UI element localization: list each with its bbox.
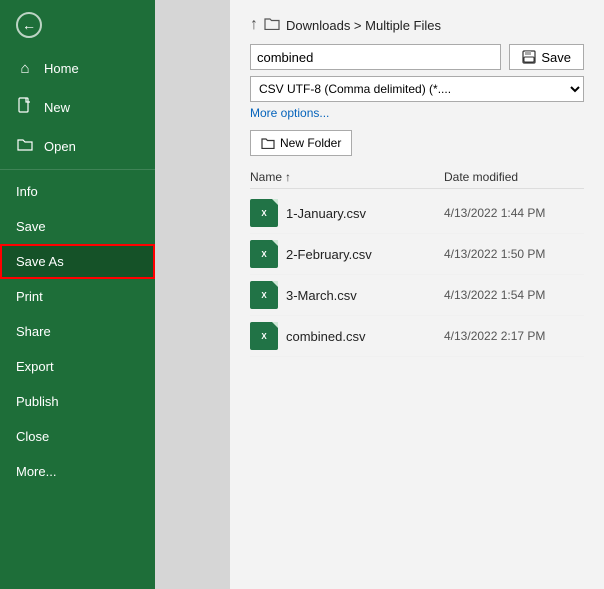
main-content: ↑ Downloads > Multiple Files (155, 0, 604, 589)
content-area: ↑ Downloads > Multiple Files (155, 0, 604, 589)
sidebar-item-publish[interactable]: Publish (0, 384, 155, 419)
file-panel: ↑ Downloads > Multiple Files (230, 0, 604, 589)
file-list-header: Name ↑ Date modified (250, 166, 584, 189)
table-row[interactable]: X 1-January.csv 4/13/2022 1:44 PM (250, 193, 584, 234)
file-name: 3-March.csv (286, 288, 444, 303)
new-folder-row: New Folder (250, 130, 584, 156)
column-date-label: Date modified (444, 170, 518, 184)
sidebar-item-info[interactable]: Info (0, 174, 155, 209)
sidebar-item-print[interactable]: Print (0, 279, 155, 314)
sidebar-saveas-label: Save As (16, 254, 64, 269)
sidebar-item-more[interactable]: More... (0, 454, 155, 489)
file-date: 4/13/2022 1:44 PM (444, 206, 584, 220)
new-folder-button[interactable]: New Folder (250, 130, 352, 156)
sidebar-export-label: Export (16, 359, 54, 374)
sidebar-open-label: Open (44, 139, 76, 154)
sidebar-divider (0, 169, 155, 170)
sidebar-home-label: Home (44, 61, 79, 76)
sidebar-item-close[interactable]: Close (0, 419, 155, 454)
file-date: 4/13/2022 1:50 PM (444, 247, 584, 261)
save-button-label: Save (541, 50, 571, 65)
filetype-row: CSV UTF-8 (Comma delimited) (*.... Excel… (250, 76, 584, 102)
sidebar-item-save[interactable]: Save (0, 209, 155, 244)
filename-row: Save (250, 44, 584, 70)
file-list: X 1-January.csv 4/13/2022 1:44 PM X 2-Fe… (250, 193, 584, 357)
sidebar-item-home[interactable]: ⌂ Home (0, 50, 155, 87)
filename-input[interactable] (250, 44, 501, 70)
sidebar: ← ⌂ Home New Open Info Save (0, 0, 155, 589)
filetype-select[interactable]: CSV UTF-8 (Comma delimited) (*.... Excel… (250, 76, 584, 102)
file-date: 4/13/2022 2:17 PM (444, 329, 584, 343)
back-arrow-icon: ← (22, 17, 36, 33)
table-row[interactable]: X combined.csv 4/13/2022 2:17 PM (250, 316, 584, 357)
file-excel-icon: X (250, 240, 278, 268)
file-excel-icon: X (250, 322, 278, 350)
file-excel-icon: X (250, 199, 278, 227)
new-folder-label: New Folder (280, 136, 341, 150)
sidebar-item-open[interactable]: Open (0, 127, 155, 165)
breadcrumb: ↑ Downloads > Multiple Files (250, 16, 584, 34)
table-row[interactable]: X 2-February.csv 4/13/2022 1:50 PM (250, 234, 584, 275)
sidebar-info-label: Info (16, 184, 38, 199)
save-icon (522, 50, 536, 64)
gray-panel (155, 0, 230, 589)
file-name: 1-January.csv (286, 206, 444, 221)
sidebar-close-label: Close (16, 429, 49, 444)
up-arrow-icon[interactable]: ↑ (250, 16, 258, 34)
file-name: combined.csv (286, 329, 444, 344)
home-icon: ⌂ (16, 60, 34, 77)
sidebar-print-label: Print (16, 289, 43, 304)
sidebar-item-new[interactable]: New (0, 87, 155, 127)
breadcrumb-path: Downloads > Multiple Files (286, 18, 441, 33)
file-date: 4/13/2022 1:54 PM (444, 288, 584, 302)
breadcrumb-folder-icon (264, 17, 280, 33)
back-button[interactable]: ← (0, 0, 155, 50)
sidebar-publish-label: Publish (16, 394, 59, 409)
sidebar-new-label: New (44, 100, 70, 115)
sidebar-item-save-as[interactable]: Save As (0, 244, 155, 279)
table-row[interactable]: X 3-March.csv 4/13/2022 1:54 PM (250, 275, 584, 316)
file-excel-icon: X (250, 281, 278, 309)
open-icon (16, 137, 34, 155)
more-options-link[interactable]: More options... (250, 106, 584, 120)
file-name: 2-February.csv (286, 247, 444, 262)
save-button[interactable]: Save (509, 44, 584, 70)
column-name[interactable]: Name ↑ (250, 170, 444, 184)
folder-icon (261, 137, 275, 149)
back-circle-icon: ← (16, 12, 42, 38)
sidebar-save-label: Save (16, 219, 46, 234)
column-date[interactable]: Date modified (444, 170, 584, 184)
sort-icon: ↑ (285, 170, 291, 184)
sidebar-more-label: More... (16, 464, 56, 479)
sidebar-item-export[interactable]: Export (0, 349, 155, 384)
new-doc-icon (16, 97, 34, 117)
sidebar-share-label: Share (16, 324, 51, 339)
sidebar-item-share[interactable]: Share (0, 314, 155, 349)
column-name-label: Name (250, 170, 282, 184)
